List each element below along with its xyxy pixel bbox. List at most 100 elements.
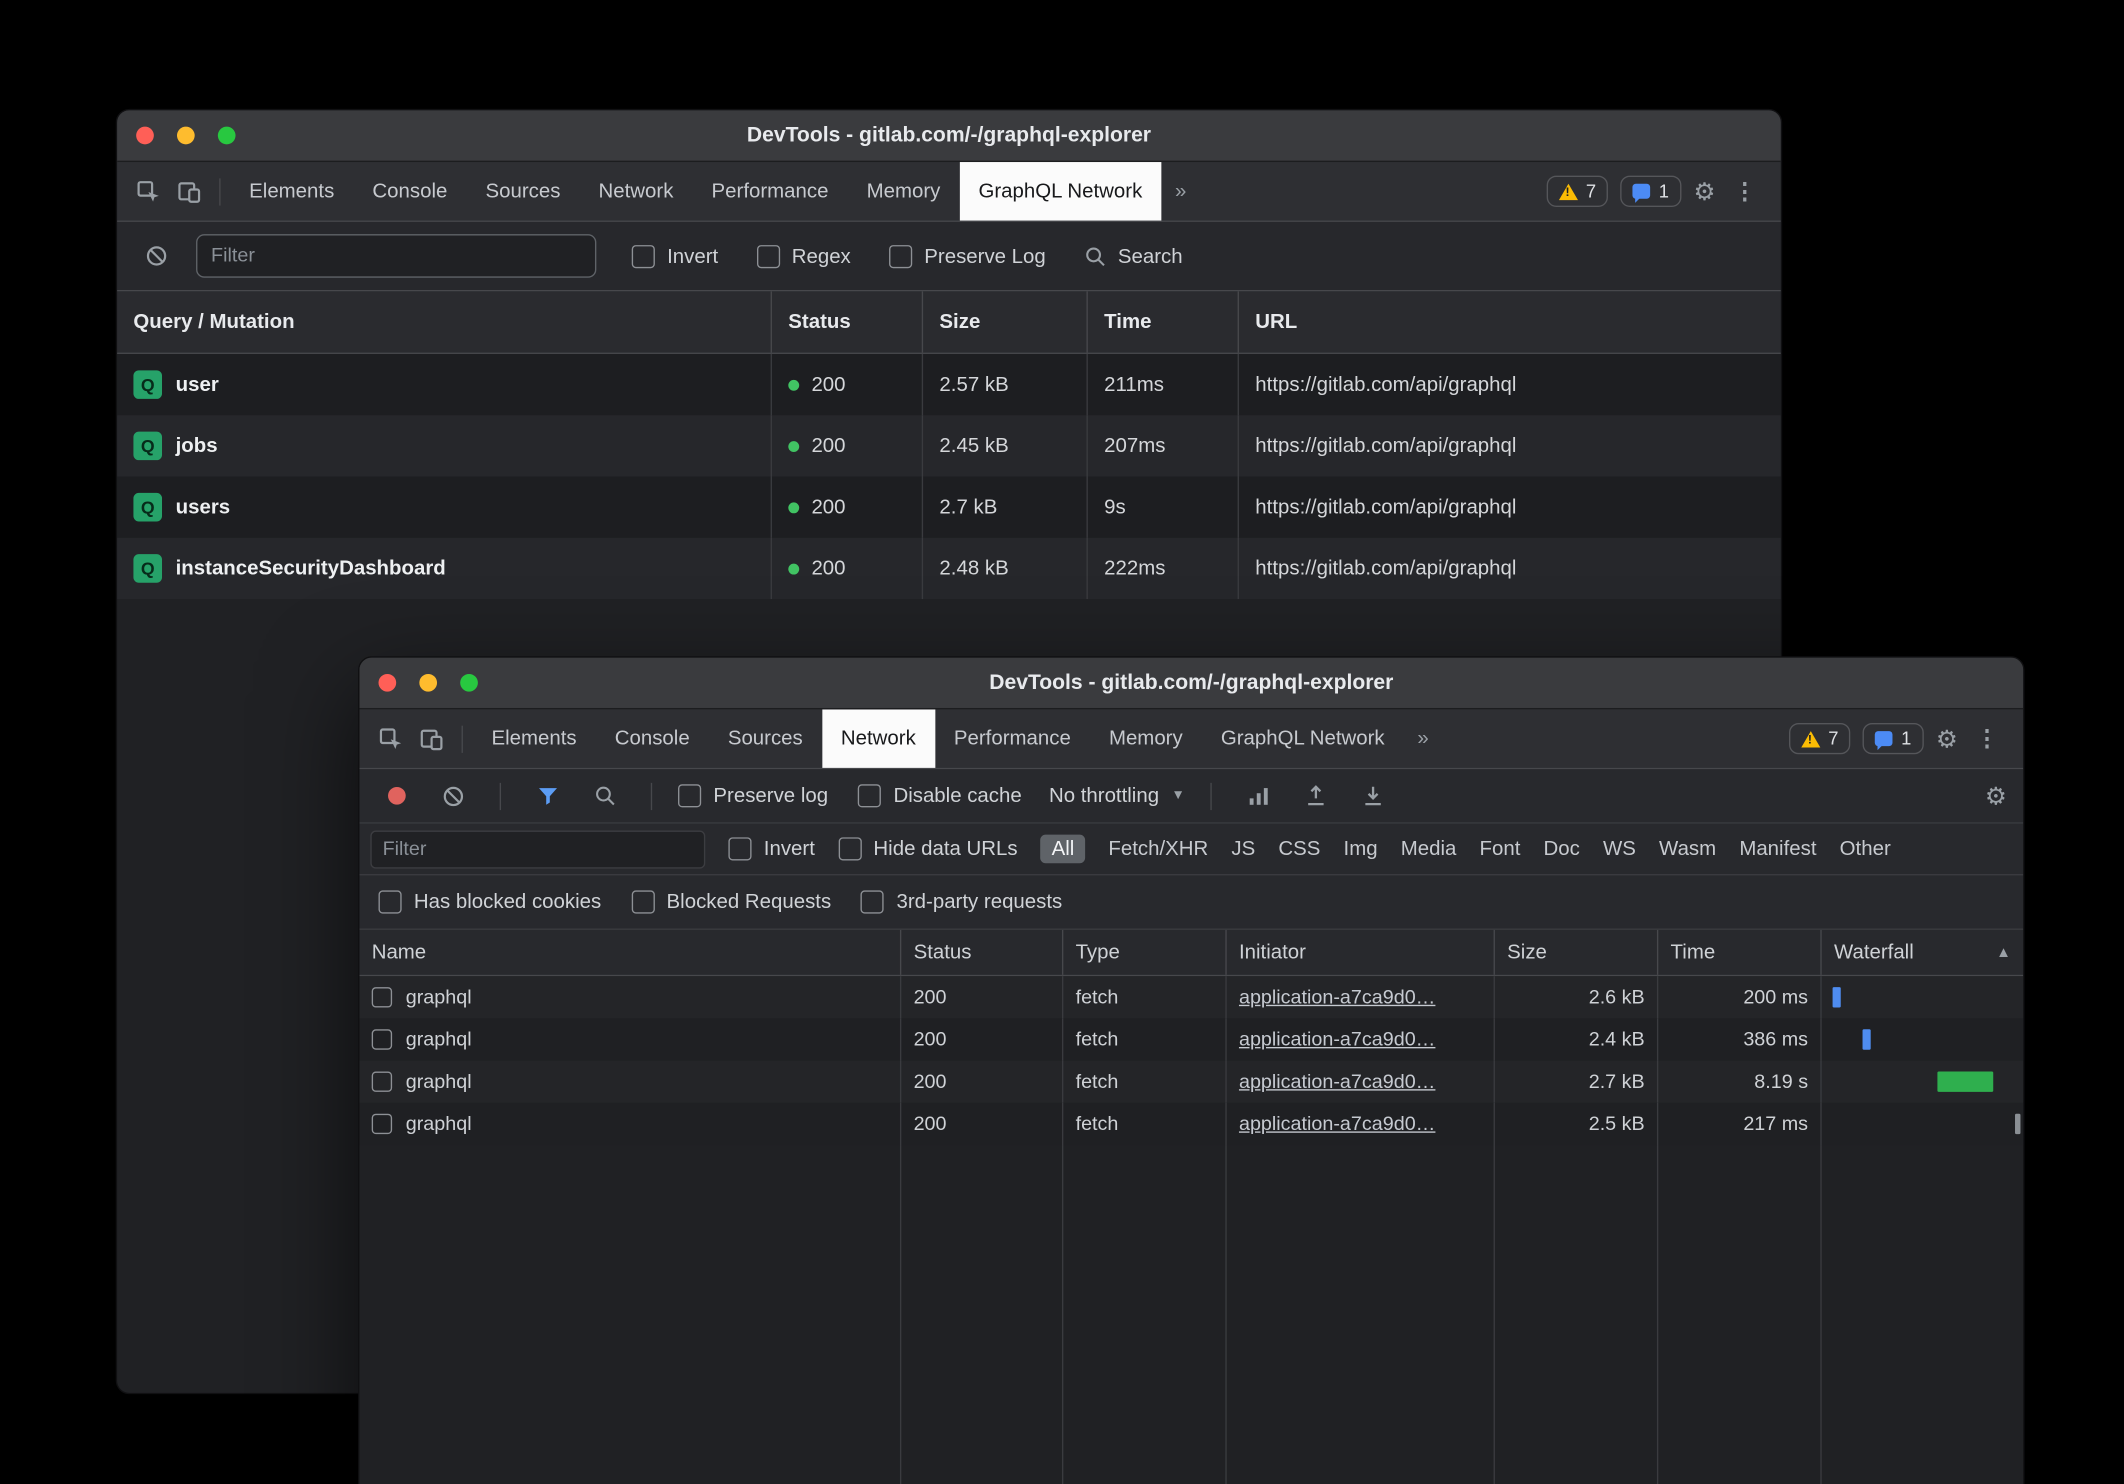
initiator-link[interactable]: application-a7ca9d0… [1239,1029,1435,1051]
search-icon[interactable] [584,775,625,816]
export-har-icon[interactable] [1352,775,1393,816]
minimize-button[interactable] [177,127,195,145]
tab-elements[interactable]: Elements [230,162,353,221]
request-row[interactable]: graphql 200 fetch application-a7ca9d0… 2… [359,976,2023,1018]
inspect-element-icon[interactable] [128,171,169,212]
more-tabs-icon[interactable]: » [1404,709,1443,768]
column-header-time[interactable]: Time [1086,291,1237,352]
filter-funnel-icon[interactable] [527,775,568,816]
initiator-link[interactable]: application-a7ca9d0… [1239,986,1435,1008]
import-har-icon[interactable] [1295,775,1336,816]
tab-network[interactable]: Network [822,709,935,768]
initiator-link[interactable]: application-a7ca9d0… [1239,1113,1435,1135]
column-header-status[interactable]: Status [771,291,922,352]
tab-memory[interactable]: Memory [1090,709,1202,768]
filter-input[interactable] [370,830,705,868]
third-party-requests-checkbox[interactable]: 3rd-party requests [861,890,1062,913]
filter-type-css[interactable]: CSS [1278,837,1320,860]
inspect-element-icon[interactable] [370,718,411,759]
tab-elements[interactable]: Elements [472,709,595,768]
filter-type-doc[interactable]: Doc [1544,837,1580,860]
tab-graphql-network[interactable]: GraphQL Network [959,162,1161,221]
issues-badge[interactable]: 1 [1863,723,1924,754]
preserve-log-checkbox[interactable]: Preserve Log [889,244,1046,267]
row-checkbox[interactable] [372,1072,392,1092]
filter-type-all[interactable]: All [1041,835,1085,864]
table-row[interactable]: Q jobs 200 2.45 kB 207ms https://gitlab.… [117,415,1781,476]
column-header-initiator[interactable]: Initiator [1225,930,1493,975]
maximize-button[interactable] [460,674,478,692]
blocked-requests-checkbox[interactable]: Blocked Requests [631,890,831,913]
tab-graphql-network[interactable]: GraphQL Network [1202,709,1404,768]
filter-type-js[interactable]: JS [1231,837,1255,860]
filter-type-fetch-xhr[interactable]: Fetch/XHR [1108,837,1208,860]
row-checkbox[interactable] [372,987,392,1007]
filter-type-media[interactable]: Media [1401,837,1457,860]
record-button[interactable] [376,775,417,816]
close-button[interactable] [378,674,396,692]
tab-console[interactable]: Console [596,709,709,768]
maximize-button[interactable] [218,127,236,145]
column-header-time[interactable]: Time [1657,930,1820,975]
filter-type-font[interactable]: Font [1480,837,1521,860]
row-checkbox[interactable] [372,1029,392,1049]
title-bar[interactable]: DevTools - gitlab.com/-/graphql-explorer [359,658,2023,710]
column-header-status[interactable]: Status [900,930,1062,975]
network-conditions-icon[interactable] [1238,775,1279,816]
minimize-button[interactable] [419,674,437,692]
clear-icon[interactable] [136,236,177,277]
disable-cache-checkbox[interactable]: Disable cache [858,784,1022,807]
tab-sources[interactable]: Sources [466,162,579,221]
request-row[interactable]: graphql 200 fetch application-a7ca9d0… 2… [359,1018,2023,1060]
network-settings-gear-icon[interactable]: ⚙ [1985,784,2007,809]
throttling-dropdown[interactable]: No throttling ▼ [1049,784,1185,807]
issues-badge[interactable]: 1 [1621,176,1682,207]
tab-network[interactable]: Network [579,162,692,221]
warnings-badge[interactable]: 7 [1546,176,1608,207]
device-toolbar-icon[interactable] [411,718,452,759]
sort-ascending-icon[interactable]: ▲ [1996,944,2011,960]
tab-performance[interactable]: Performance [692,162,847,221]
filter-input[interactable] [196,234,596,278]
tab-performance[interactable]: Performance [935,709,1090,768]
row-checkbox[interactable] [372,1114,392,1134]
close-button[interactable] [136,127,154,145]
has-blocked-cookies-checkbox[interactable]: Has blocked cookies [378,890,601,913]
column-header-size[interactable]: Size [1494,930,1657,975]
table-row[interactable]: Q user 200 2.57 kB 211ms https://gitlab.… [117,354,1781,415]
tab-sources[interactable]: Sources [709,709,822,768]
kebab-menu-icon[interactable]: ⋮ [1970,727,2004,750]
hide-data-urls-checkbox[interactable]: Hide data URLs [838,837,1018,860]
filter-type-wasm[interactable]: Wasm [1659,837,1716,860]
search-control[interactable]: Search [1084,244,1183,267]
column-header-type[interactable]: Type [1062,930,1225,975]
table-row[interactable]: Q instanceSecurityDashboard 200 2.48 kB … [117,538,1781,599]
clear-icon[interactable] [433,775,474,816]
kebab-menu-icon[interactable]: ⋮ [1728,180,1762,203]
filter-type-ws[interactable]: WS [1603,837,1636,860]
warnings-badge[interactable]: 7 [1789,723,1851,754]
device-toolbar-icon[interactable] [169,171,210,212]
filter-type-other[interactable]: Other [1840,837,1891,860]
filter-type-img[interactable]: Img [1344,837,1378,860]
tab-memory[interactable]: Memory [848,162,960,221]
column-header-url[interactable]: URL [1238,291,1781,352]
title-bar[interactable]: DevTools - gitlab.com/-/graphql-explorer [117,110,1781,162]
request-row[interactable]: graphql 200 fetch application-a7ca9d0… 2… [359,1061,2023,1103]
more-tabs-icon[interactable]: » [1161,162,1200,221]
column-header-waterfall[interactable]: Waterfall ▲ [1820,930,2023,975]
initiator-link[interactable]: application-a7ca9d0… [1239,1071,1435,1093]
settings-gear-icon[interactable]: ⚙ [1694,179,1716,204]
tab-console[interactable]: Console [353,162,466,221]
invert-checkbox[interactable]: Invert [728,837,814,860]
column-header-size[interactable]: Size [922,291,1087,352]
request-row[interactable]: graphql 200 fetch application-a7ca9d0… 2… [359,1103,2023,1145]
settings-gear-icon[interactable]: ⚙ [1936,726,1958,751]
preserve-log-checkbox[interactable]: Preserve log [678,784,828,807]
table-row[interactable]: Q users 200 2.7 kB 9s https://gitlab.com… [117,477,1781,538]
column-header-query[interactable]: Query / Mutation [117,291,771,352]
invert-checkbox[interactable]: Invert [632,244,718,267]
column-header-name[interactable]: Name [359,930,900,975]
regex-checkbox[interactable]: Regex [756,244,850,267]
filter-type-manifest[interactable]: Manifest [1739,837,1816,860]
